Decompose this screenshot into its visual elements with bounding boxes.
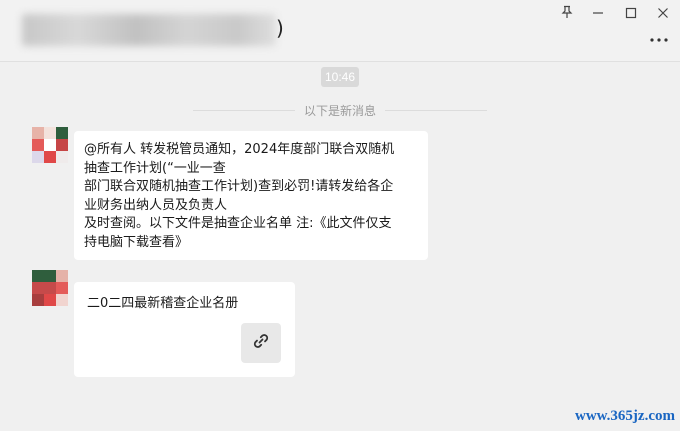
- sender-avatar[interactable]: [32, 270, 68, 306]
- chat-title-suffix: ): [276, 16, 284, 40]
- pin-icon: [560, 4, 574, 23]
- chat-title-blurred: [22, 14, 276, 46]
- new-messages-label: 以下是新消息: [303, 104, 376, 118]
- sender-avatar[interactable]: [32, 127, 68, 163]
- close-button[interactable]: [648, 2, 678, 24]
- more-icon: [650, 27, 668, 46]
- new-messages-line-right: [385, 110, 487, 111]
- minimize-button[interactable]: [583, 2, 613, 24]
- close-icon: [657, 4, 669, 23]
- maximize-button[interactable]: [616, 2, 646, 24]
- new-messages-line-left: [193, 110, 295, 111]
- open-link-button[interactable]: [241, 323, 281, 363]
- message-bubble-text[interactable]: @所有人 转发税管员通知，2024年度部门联合双随机 抽查工作计划(“一业一查 …: [74, 131, 428, 260]
- file-name: 二0二四最新稽查企业名册: [87, 296, 239, 311]
- file-link-card[interactable]: 二0二四最新稽查企业名册: [74, 282, 295, 377]
- time-badge: 10:46: [321, 67, 359, 87]
- link-icon: [251, 331, 271, 355]
- title-bar: ): [0, 0, 680, 62]
- more-options-button[interactable]: [648, 28, 670, 44]
- message-text: @所有人 转发税管员通知，2024年度部门联合双随机 抽查工作计划(“一业一查 …: [84, 142, 395, 250]
- minimize-icon: [592, 4, 604, 23]
- pin-button[interactable]: [552, 2, 582, 24]
- title-divider: [0, 61, 680, 62]
- maximize-icon: [625, 4, 637, 23]
- site-watermark: www.365jz.com: [575, 408, 675, 424]
